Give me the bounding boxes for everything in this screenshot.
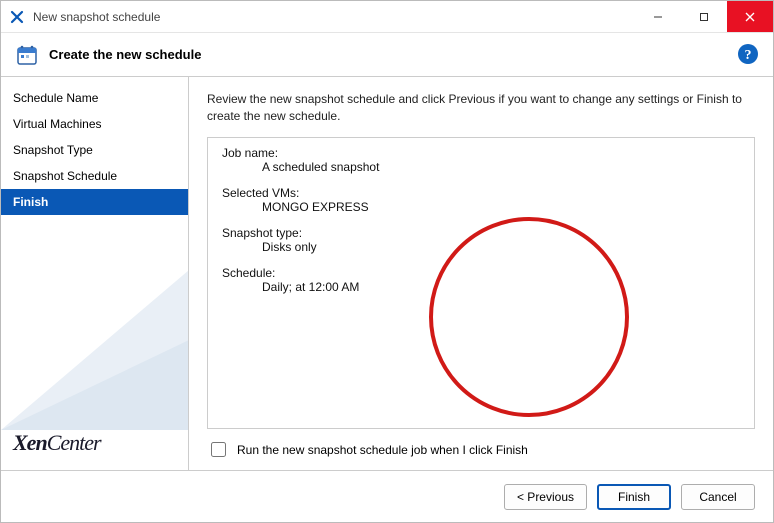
wizard-content: Review the new snapshot schedule and cli… [189,77,773,470]
selected-vms-value: MONGO EXPRESS [222,200,740,214]
wizard-sidebar: Schedule Name Virtual Machines Snapshot … [1,77,189,470]
wizard-footer: < Previous Finish Cancel [1,470,773,522]
wizard-header: Create the new schedule ? [1,33,773,77]
close-button[interactable] [727,1,773,32]
step-snapshot-type[interactable]: Snapshot Type [1,137,188,163]
run-on-finish-label: Run the new snapshot schedule job when I… [237,443,528,457]
selected-vms-label: Selected VMs: [222,186,740,200]
snapshot-type-value: Disks only [222,240,740,254]
brand-logo: XenCenter [1,430,188,470]
step-virtual-machines[interactable]: Virtual Machines [1,111,188,137]
schedule-icon [15,43,39,67]
schedule-label: Schedule: [222,266,740,280]
schedule-value: Daily; at 12:00 AM [222,280,740,294]
help-icon[interactable]: ? [737,43,759,65]
step-snapshot-schedule[interactable]: Snapshot Schedule [1,163,188,189]
svg-text:?: ? [745,48,752,63]
summary-selected-vms: Selected VMs: MONGO EXPRESS [222,186,740,214]
previous-button[interactable]: < Previous [504,484,587,510]
wizard-title: Create the new schedule [49,47,201,62]
wizard-body: Schedule Name Virtual Machines Snapshot … [1,77,773,470]
window-controls [635,1,773,32]
summary-snapshot-type: Snapshot type: Disks only [222,226,740,254]
wizard-steps: Schedule Name Virtual Machines Snapshot … [1,77,188,215]
job-name-value: A scheduled snapshot [222,160,740,174]
summary-schedule: Schedule: Daily; at 12:00 AM [222,266,740,294]
titlebar: New snapshot schedule [1,1,773,33]
maximize-button[interactable] [681,1,727,32]
step-finish[interactable]: Finish [1,189,188,215]
minimize-button[interactable] [635,1,681,32]
brand-rest: Center [47,430,101,455]
wizard-window: New snapshot schedule [0,0,774,523]
step-schedule-name[interactable]: Schedule Name [1,85,188,111]
run-on-finish-row: Run the new snapshot schedule job when I… [207,439,755,460]
summary-job-name: Job name: A scheduled snapshot [222,146,740,174]
run-on-finish-checkbox[interactable] [211,442,226,457]
instruction-text: Review the new snapshot schedule and cli… [207,91,755,125]
brand-bold: Xen [13,430,47,455]
app-icon [9,9,25,25]
finish-button[interactable]: Finish [597,484,671,510]
summary-panel: Job name: A scheduled snapshot Selected … [207,137,755,429]
snapshot-type-label: Snapshot type: [222,226,740,240]
job-name-label: Job name: [222,146,740,160]
cancel-button[interactable]: Cancel [681,484,755,510]
window-title: New snapshot schedule [33,10,635,24]
